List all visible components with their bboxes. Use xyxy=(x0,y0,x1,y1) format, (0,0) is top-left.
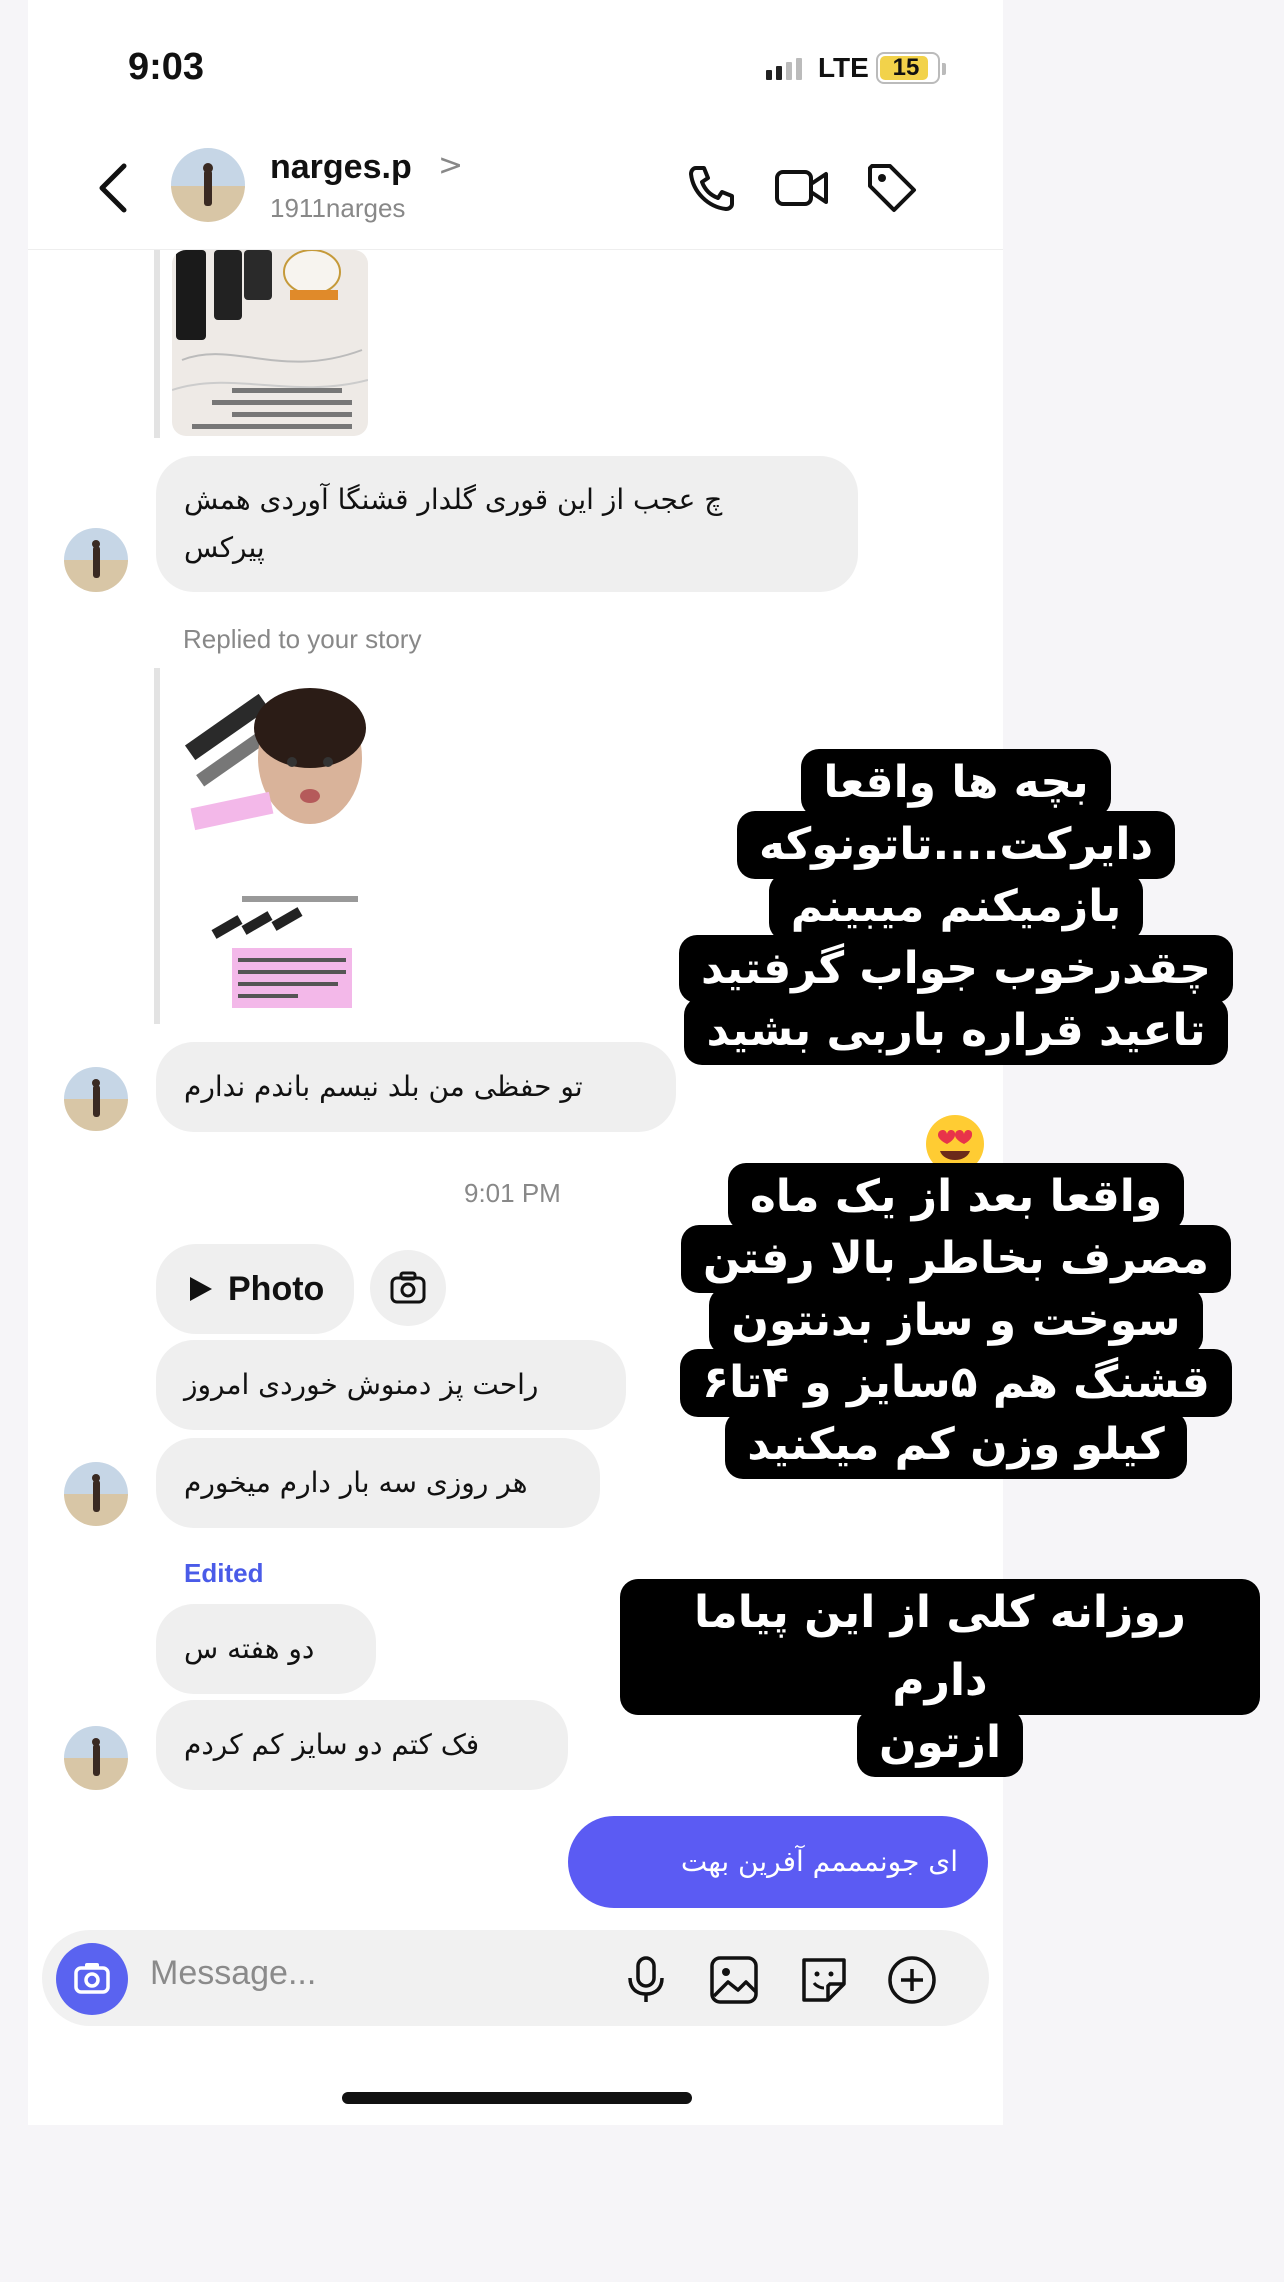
received-message[interactable]: چ عجب از این قوری گلدار قشنگا آوردی همش … xyxy=(156,456,858,592)
caption-line: سوخت و ساز بدنتون xyxy=(709,1287,1203,1355)
message-text: چ عجب از این قوری گلدار قشنگا آوردی همش xyxy=(184,483,723,516)
received-message[interactable]: تو حفظی من بلد نیسم باندم ندارم xyxy=(156,1042,676,1132)
message-text: پیرکس xyxy=(184,531,265,564)
contact-avatar-small[interactable] xyxy=(64,1462,128,1526)
camera-icon xyxy=(74,1963,110,1994)
contact-avatar[interactable] xyxy=(171,148,245,222)
photo-label: Photo xyxy=(228,1269,325,1308)
story-caption-block-2: واقعا بعد از یک ماه مصرف بخاطر بالا رفتن… xyxy=(656,1163,1256,1479)
message-text: راحت پز دمنوش خوردی امروز xyxy=(184,1368,539,1401)
video-call-icon[interactable] xyxy=(772,158,832,218)
message-text: ای جونمممم آفرین بهت xyxy=(680,1845,958,1878)
battery-icon: 15 xyxy=(876,52,946,84)
camera-icon xyxy=(390,1271,426,1304)
contact-name[interactable]: narges.p xyxy=(270,148,412,187)
caption-line: دایرکت....تاتونوکه xyxy=(736,811,1176,879)
back-arrow-icon[interactable] xyxy=(90,158,140,218)
received-message[interactable]: راحت پز دمنوش خوردی امروز xyxy=(156,1340,626,1430)
story-reply-thumbnail[interactable] xyxy=(154,668,390,1024)
chevron-right-icon[interactable]: > xyxy=(438,148,463,183)
camera-button[interactable] xyxy=(56,1943,128,2015)
gallery-icon[interactable] xyxy=(706,1952,762,2008)
plus-icon[interactable] xyxy=(884,1952,940,2008)
caption-line: چقدرخوب جواب گرفتید xyxy=(679,935,1233,1003)
sticker-icon[interactable] xyxy=(796,1952,852,2008)
story-caption-block-3: روزانه کلی از این پیاما دارم ازتون xyxy=(620,1579,1260,1777)
received-message[interactable]: دو هفته س xyxy=(156,1604,376,1694)
story-reply-thumbnail[interactable] xyxy=(154,250,390,438)
microphone-icon[interactable] xyxy=(618,1952,674,2008)
caption-line: قشنگ هم ۵سایز و ۴تا۶ xyxy=(680,1349,1232,1417)
message-text: تو حفظی من بلد نیسم باندم ندارم xyxy=(184,1070,583,1103)
received-message[interactable]: هر روزی سه بار دارم میخورم xyxy=(156,1438,600,1528)
tag-icon[interactable] xyxy=(862,158,922,218)
caption-line: مصرف بخاطر بالا رفتن xyxy=(680,1225,1232,1293)
caption-line: روزانه کلی از این پیاما دارم xyxy=(620,1579,1260,1715)
caption-line: بازمیکنم میبینم xyxy=(768,873,1144,941)
message-input[interactable]: Message... xyxy=(150,1954,316,1993)
contact-username[interactable]: 1911narges xyxy=(270,193,405,224)
caption-line: واقعا بعد از یک ماه xyxy=(727,1163,1185,1231)
story-image xyxy=(172,250,368,436)
story-caption-block-1: بچه ها واقعا دایرکت....تاتونوکه بازمیکنم… xyxy=(656,749,1256,1065)
signal-icon xyxy=(766,58,802,80)
phone-call-icon[interactable] xyxy=(682,158,742,218)
battery-level: 15 xyxy=(892,54,920,81)
photo-message[interactable]: Photo xyxy=(156,1244,354,1334)
received-message[interactable]: فک کتم دو سایز کم کردم xyxy=(156,1700,568,1790)
home-indicator xyxy=(342,2092,692,2104)
contact-avatar-small[interactable] xyxy=(64,528,128,592)
replied-story-label: Replied to your story xyxy=(183,624,422,654)
message-text: فک کتم دو سایز کم کردم xyxy=(184,1728,480,1761)
edited-label: Edited xyxy=(184,1558,264,1588)
caption-line: ازتون xyxy=(856,1709,1024,1777)
contact-avatar-small[interactable] xyxy=(64,1726,128,1790)
sent-message[interactable]: ای جونمممم آفرین بهت xyxy=(568,1816,988,1908)
message-text: دو هفته س xyxy=(184,1632,315,1665)
status-time: 9:03 xyxy=(128,46,205,88)
caption-line: بچه ها واقعا xyxy=(801,749,1111,817)
network-label: LTE xyxy=(818,52,869,83)
story-image xyxy=(172,678,368,1018)
caption-line: تاعید قراره باربی بشید xyxy=(684,997,1228,1065)
message-composer: Message... xyxy=(42,1930,989,2026)
view-photo-button[interactable] xyxy=(370,1250,446,1326)
play-icon xyxy=(190,1277,212,1301)
chat-header: narges.p > 1911narges xyxy=(28,130,1003,250)
status-bar: 9:03 LTE 15 xyxy=(28,0,1003,130)
caption-line: کیلو وزن کم میکنید xyxy=(725,1411,1187,1479)
message-text: هر روزی سه بار دارم میخورم xyxy=(184,1466,528,1499)
timestamp: 9:01 PM xyxy=(464,1178,561,1208)
contact-avatar-small[interactable] xyxy=(64,1067,128,1131)
